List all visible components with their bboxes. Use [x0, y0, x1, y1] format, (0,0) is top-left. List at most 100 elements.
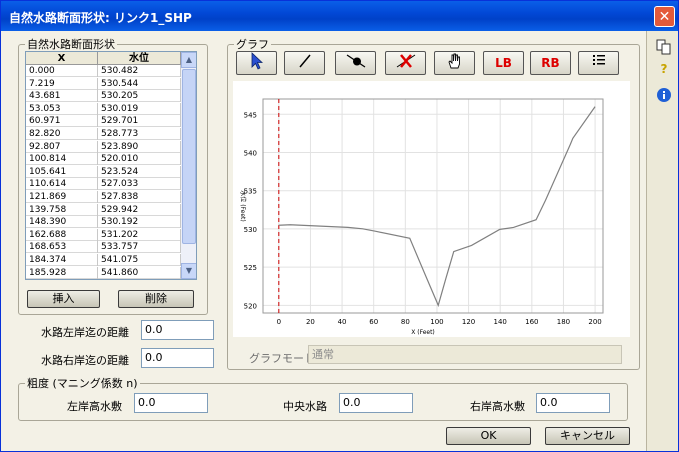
- insert-button[interactable]: 挿入: [27, 290, 100, 308]
- scroll-up-icon[interactable]: ▲: [181, 52, 196, 68]
- scroll-down-icon[interactable]: ▼: [181, 263, 196, 279]
- table-row[interactable]: 184.374 541.075: [26, 254, 181, 266]
- cell-level[interactable]: 530.192: [98, 216, 181, 229]
- table-row[interactable]: 168.653 533.757: [26, 241, 181, 254]
- table-row[interactable]: 43.681 530.205: [26, 90, 181, 103]
- arrow-cursor-icon: [251, 52, 263, 70]
- ok-button[interactable]: OK: [446, 427, 531, 445]
- list-view-button[interactable]: [578, 51, 619, 75]
- cell-level[interactable]: 541.075: [98, 254, 181, 266]
- x-tick-label: 100: [430, 318, 443, 326]
- cell-x[interactable]: 168.653: [26, 241, 98, 254]
- table-row[interactable]: 121.869 527.838: [26, 191, 181, 203]
- cell-x[interactable]: 185.928: [26, 266, 98, 279]
- cell-level[interactable]: 527.033: [98, 178, 181, 191]
- cell-x[interactable]: 110.614: [26, 178, 98, 191]
- cell-x[interactable]: 100.814: [26, 153, 98, 166]
- x-tick-label: 180: [557, 318, 570, 326]
- table-row[interactable]: 53.053 530.019: [26, 102, 181, 115]
- right-distance-input[interactable]: 0.0: [141, 348, 214, 368]
- table-row[interactable]: 162.688 531.202: [26, 228, 181, 241]
- cancel-button[interactable]: キャンセル: [545, 427, 630, 445]
- cell-x[interactable]: 139.758: [26, 203, 98, 216]
- point-tool-button[interactable]: [335, 51, 376, 75]
- graph-mode-label: グラフモード: [249, 352, 315, 365]
- scroll-thumb[interactable]: [182, 69, 196, 244]
- table-row[interactable]: 0.000 530.482: [26, 65, 181, 77]
- column-header-level[interactable]: 水位: [98, 52, 181, 65]
- left-floodplain-input[interactable]: 0.0: [134, 393, 208, 413]
- cell-x[interactable]: 82.820: [26, 128, 98, 140]
- cell-level[interactable]: 530.544: [98, 77, 181, 90]
- cell-x[interactable]: 162.688: [26, 228, 98, 241]
- center-channel-input[interactable]: 0.0: [339, 393, 413, 413]
- chart-area[interactable]: 0 20 40 60 80 100 120 140 160 180 200 520 525 530 535 5…: [233, 81, 630, 337]
- cell-level[interactable]: 523.524: [98, 165, 181, 178]
- copy-pages-icon: [656, 39, 671, 55]
- y-tick-label: 545: [244, 111, 257, 119]
- table-row[interactable]: 82.820 528.773: [26, 128, 181, 140]
- cell-level[interactable]: 530.482: [98, 65, 181, 77]
- right-distance-label: 水路右岸迄の距離: [41, 354, 129, 367]
- pan-tool-button[interactable]: [434, 51, 475, 75]
- cell-level[interactable]: 530.019: [98, 102, 181, 115]
- delete-button[interactable]: 削除: [118, 290, 194, 308]
- section-table[interactable]: X 水位 0.000 530.482 7.219 530.544 43.681 530.2…: [25, 51, 197, 280]
- close-button[interactable]: ✕: [654, 6, 675, 27]
- y-tick-label: 540: [244, 150, 257, 158]
- cell-level[interactable]: 533.757: [98, 241, 181, 254]
- table-row[interactable]: 60.971 529.701: [26, 115, 181, 128]
- delete-point-tool-button[interactable]: [385, 51, 426, 75]
- plot-frame: [262, 98, 604, 314]
- hand-icon: [447, 53, 460, 69]
- column-header-x[interactable]: X: [26, 52, 98, 65]
- cell-x[interactable]: 92.807: [26, 140, 98, 153]
- cell-x[interactable]: 0.000: [26, 65, 98, 77]
- graph-legend: グラフ: [236, 38, 269, 51]
- copy-icon[interactable]: [656, 39, 672, 55]
- cell-level[interactable]: 527.838: [98, 191, 181, 203]
- line-tool-button[interactable]: [284, 51, 325, 75]
- info-icon[interactable]: [656, 87, 672, 103]
- left-bank-button[interactable]: LB: [483, 51, 524, 75]
- cell-x[interactable]: 60.971: [26, 115, 98, 128]
- table-scrollbar[interactable]: ▲ ▼: [181, 52, 196, 279]
- title-bar[interactable]: 自然水路断面形状: リンク1_SHP ✕: [1, 1, 678, 31]
- table-row[interactable]: 92.807 523.890: [26, 140, 181, 153]
- cell-x[interactable]: 184.374: [26, 254, 98, 266]
- cell-x[interactable]: 105.641: [26, 165, 98, 178]
- right-floodplain-input[interactable]: 0.0: [536, 393, 610, 413]
- help-icon[interactable]: ?: [656, 61, 672, 77]
- left-distance-input[interactable]: 0.0: [141, 320, 214, 340]
- cell-level[interactable]: 520.010: [98, 153, 181, 166]
- table-row[interactable]: 139.758 529.942: [26, 203, 181, 216]
- cell-level[interactable]: 529.701: [98, 115, 181, 128]
- cell-level[interactable]: 529.942: [98, 203, 181, 216]
- section-chart[interactable]: 0 20 40 60 80 100 120 140 160 180 2005205255305355…: [233, 81, 630, 337]
- cell-level[interactable]: 530.205: [98, 90, 181, 103]
- right-bank-button[interactable]: RB: [530, 51, 571, 75]
- table-row[interactable]: 148.390 530.192: [26, 216, 181, 229]
- cell-x[interactable]: 43.681: [26, 90, 98, 103]
- table-row[interactable]: 105.641 523.524: [26, 165, 181, 178]
- y-tick-label: 530: [244, 226, 257, 234]
- cell-x[interactable]: 7.219: [26, 77, 98, 90]
- y-tick-label: 520: [244, 302, 257, 310]
- table-row[interactable]: 110.614 527.033: [26, 178, 181, 191]
- cell-level[interactable]: 541.860: [98, 266, 181, 279]
- cell-level[interactable]: 528.773: [98, 128, 181, 140]
- select-tool-button[interactable]: [236, 51, 277, 75]
- table-row[interactable]: 185.928 541.860: [26, 266, 181, 279]
- y-tick-label: 525: [244, 264, 257, 272]
- cell-x[interactable]: 121.869: [26, 191, 98, 203]
- cell-level[interactable]: 531.202: [98, 228, 181, 241]
- cell-x[interactable]: 53.053: [26, 102, 98, 115]
- cell-x[interactable]: 148.390: [26, 216, 98, 229]
- table-row[interactable]: 7.219 530.544: [26, 77, 181, 90]
- roughness-legend: 粗度 (マニング係数 n): [27, 377, 138, 390]
- table-row[interactable]: 100.814 520.010: [26, 153, 181, 166]
- line-icon: [298, 54, 311, 68]
- left-floodplain-label: 左岸高水敷: [67, 400, 122, 413]
- info-circle-icon: [657, 88, 671, 102]
- cell-level[interactable]: 523.890: [98, 140, 181, 153]
